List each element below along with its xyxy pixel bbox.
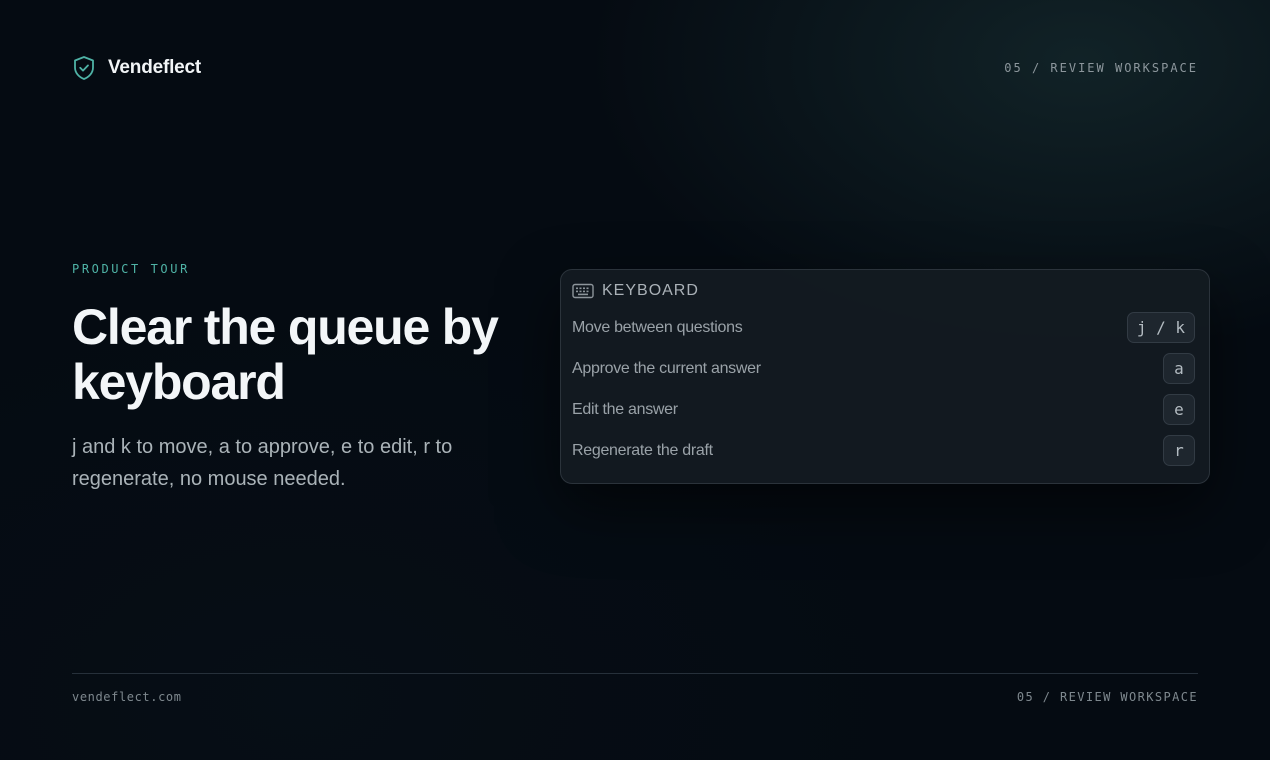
footer-divider xyxy=(72,673,1198,674)
footer-site-link[interactable]: vendeflect.com xyxy=(72,690,182,704)
eyebrow: PRODUCT TOUR xyxy=(72,262,190,276)
shortcut-list: Move between questions j / k Approve the… xyxy=(572,307,1195,471)
page-title: Clear the queue by keyboard xyxy=(72,299,499,410)
brand[interactable]: Vendeflect xyxy=(72,55,201,81)
section-label: 05 / REVIEW WORKSPACE xyxy=(1004,61,1198,75)
page-subtitle: j and k to move, a to approve, e to edit… xyxy=(72,436,453,490)
footer: vendeflect.com 05 / REVIEW WORKSPACE xyxy=(72,690,1198,704)
shortcut-label: Edit the answer xyxy=(572,400,678,418)
brand-name: Vendeflect xyxy=(108,57,202,78)
shortcut-label: Move between questions xyxy=(572,318,743,336)
shortcut-label: Regenerate the draft xyxy=(572,441,713,459)
shortcut-row-approve: Approve the current answer a xyxy=(572,348,1195,389)
shortcut-row-edit: Edit the answer e xyxy=(572,389,1195,430)
shortcut-row-regenerate: Regenerate the draft r xyxy=(572,430,1195,471)
panel-title: KEYBOARD xyxy=(602,282,699,299)
keyboard-icon xyxy=(572,283,594,299)
shortcut-keys: j / k xyxy=(1126,312,1195,343)
shortcut-label: Approve the current answer xyxy=(572,359,761,377)
shield-check-icon xyxy=(74,56,94,80)
shortcut-row-move: Move between questions j / k xyxy=(572,307,1195,348)
shortcut-keys: e xyxy=(1163,394,1195,425)
shortcut-keys: r xyxy=(1163,435,1195,466)
header: Vendeflect 05 / REVIEW WORKSPACE xyxy=(72,52,1198,84)
keyboard-shortcuts-panel: KEYBOARD Move between questions j / k Ap… xyxy=(560,269,1210,484)
panel-header: KEYBOARD xyxy=(572,280,1195,302)
shortcut-keys: a xyxy=(1163,353,1195,384)
footer-section-label: 05 / REVIEW WORKSPACE xyxy=(1016,690,1198,704)
